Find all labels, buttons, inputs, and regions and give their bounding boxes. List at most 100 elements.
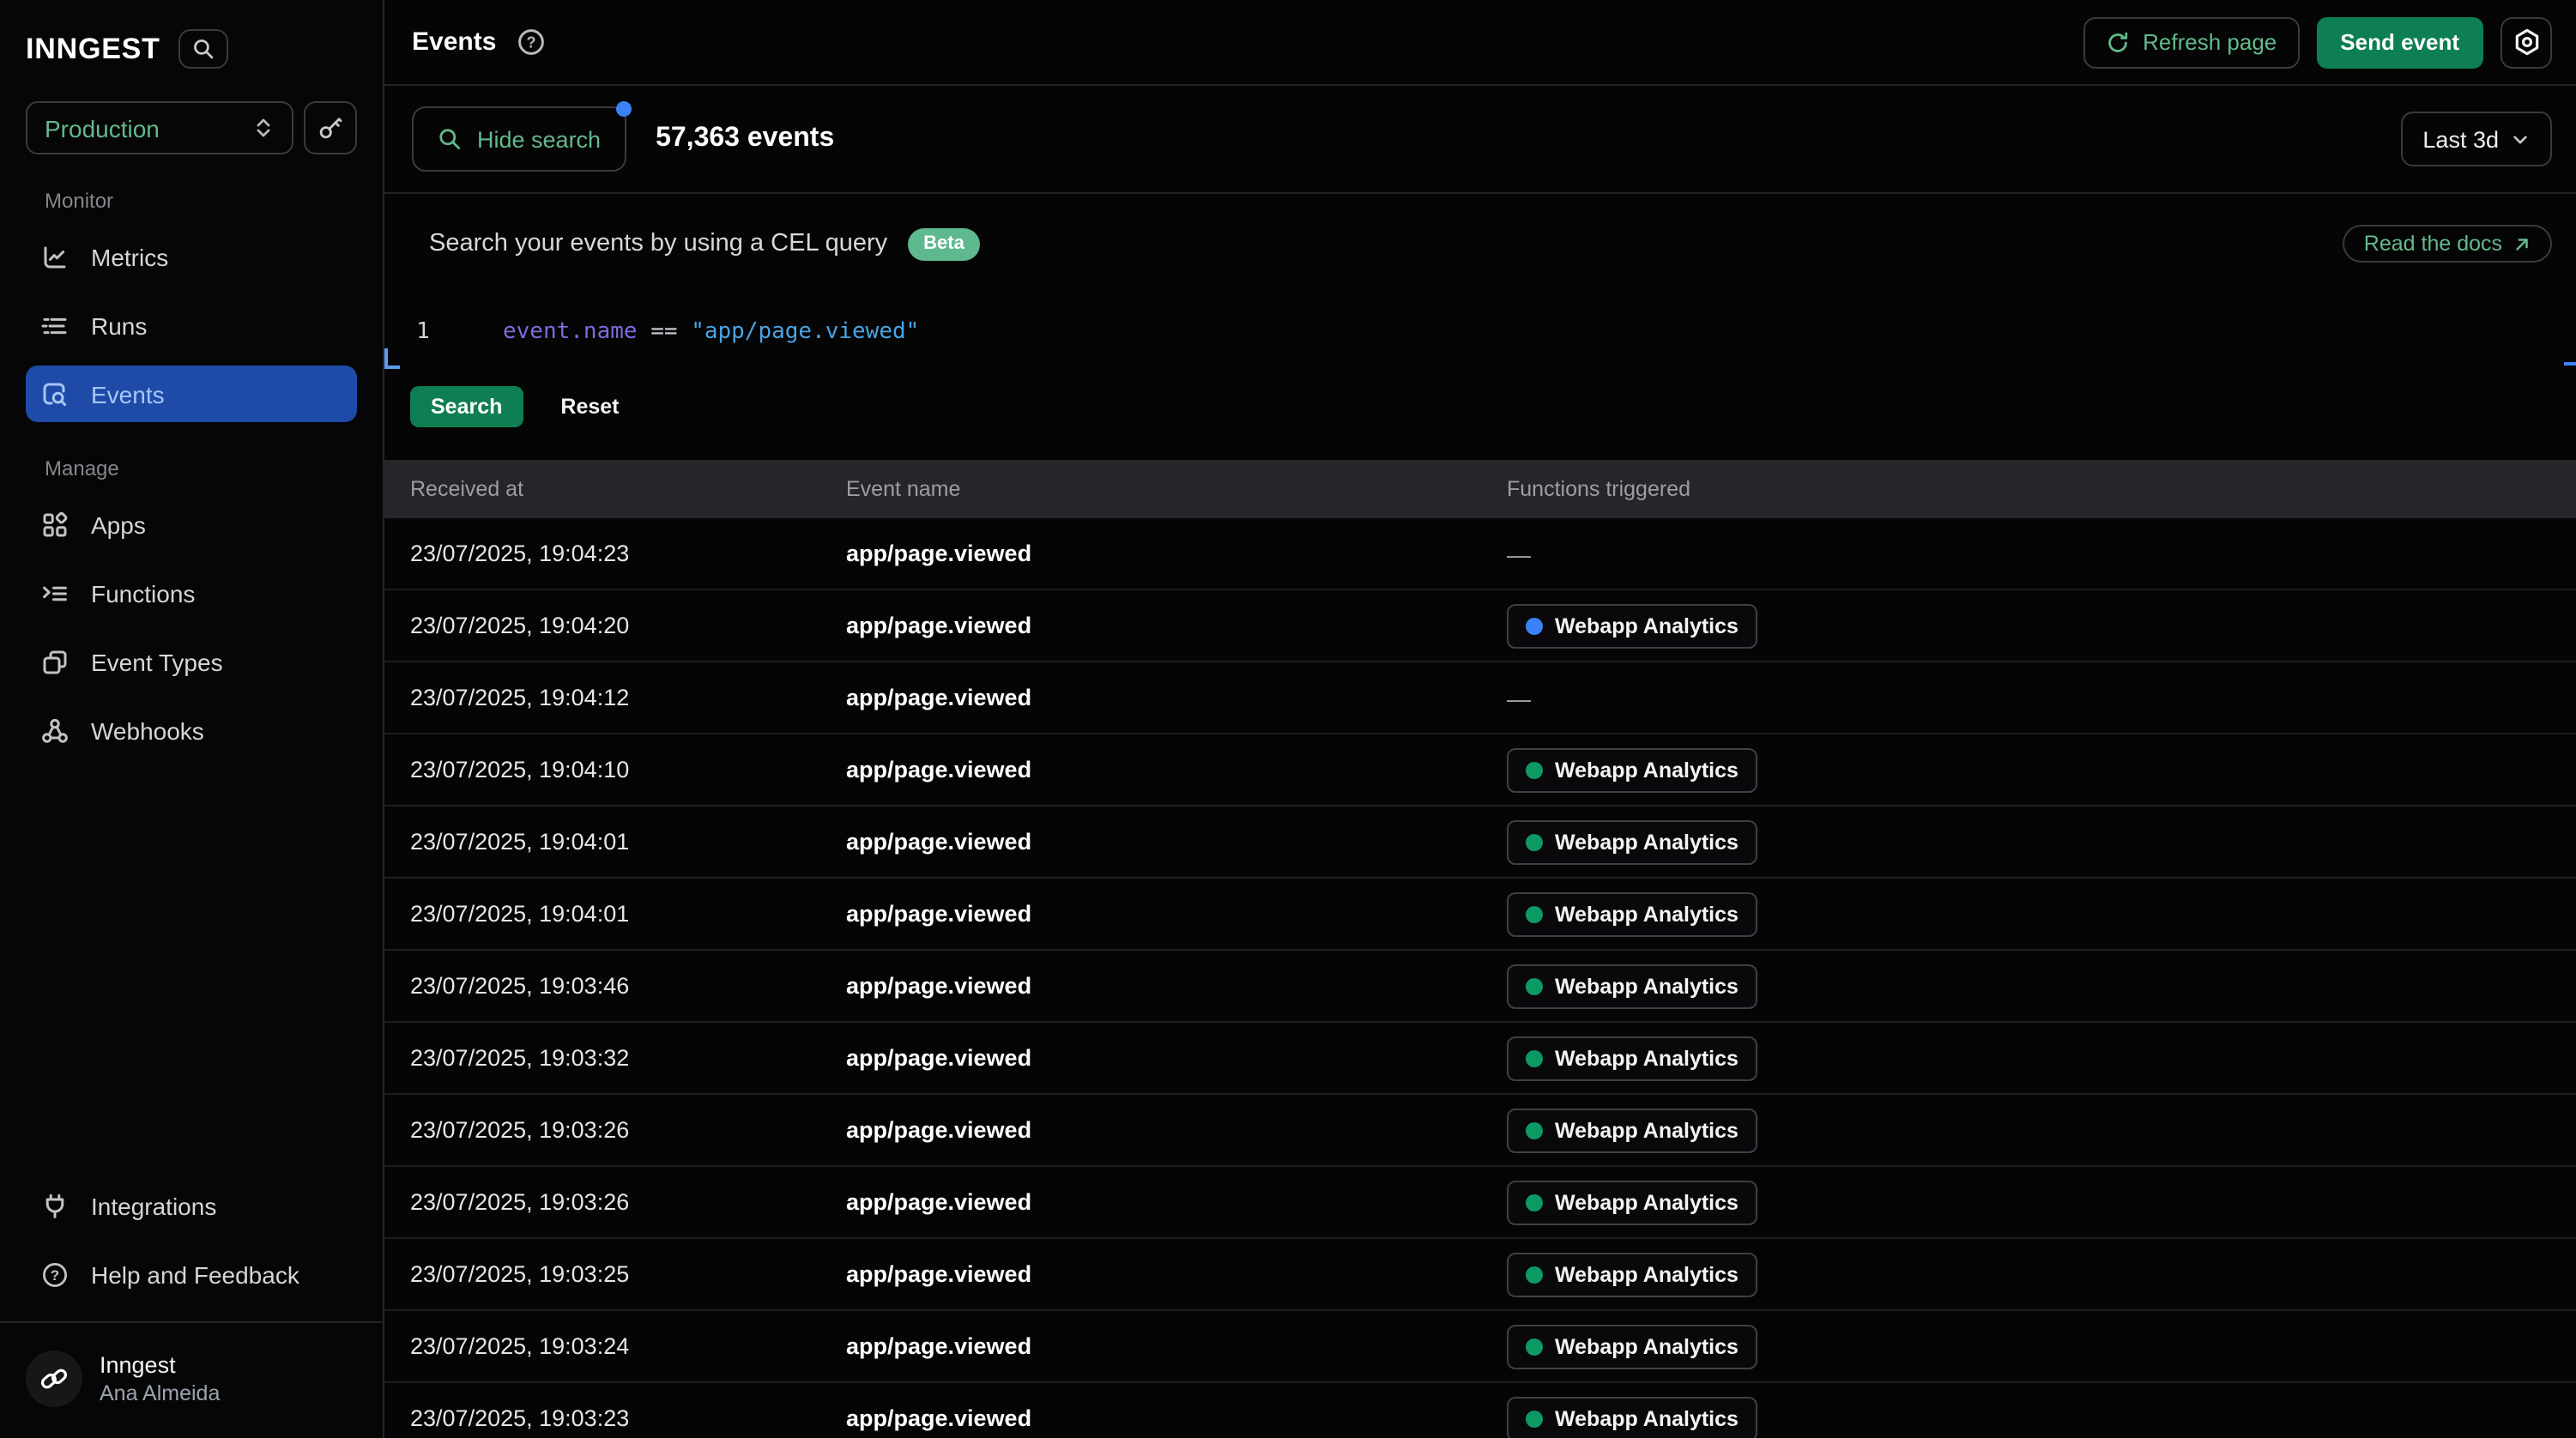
send-event-button[interactable]: Send event (2316, 16, 2483, 68)
profile-menu[interactable]: Inngest Ana Almeida (26, 1323, 357, 1438)
runs-icon (41, 311, 69, 339)
function-badge[interactable]: Webapp Analytics (1507, 1324, 1757, 1369)
cel-query-editor[interactable]: 1 event.name == "app/page.viewed" (384, 314, 2576, 348)
event-name-cell: app/page.viewed (846, 1261, 1507, 1287)
received-at-cell: 23/07/2025, 19:03:26 (410, 1117, 846, 1143)
refresh-icon (2105, 30, 2129, 54)
function-badge[interactable]: Webapp Analytics (1507, 891, 1757, 936)
table-row[interactable]: 23/07/2025, 19:03:26 app/page.viewed Web… (384, 1167, 2576, 1239)
functions-triggered-cell: Webapp Analytics (1507, 1252, 2576, 1296)
user-name: Ana Almeida (100, 1381, 220, 1405)
function-badge[interactable]: Webapp Analytics (1507, 819, 1757, 864)
events-search-icon (41, 380, 69, 408)
key-icon (317, 115, 343, 141)
function-name: Webapp Analytics (1555, 1406, 1738, 1430)
question-circle-icon: ? (41, 1260, 69, 1288)
sidebar-item-metrics[interactable]: Metrics (26, 228, 357, 285)
editor-overview-ruler-mark (2564, 362, 2576, 366)
function-status-dot (1526, 1049, 1543, 1066)
received-at-cell: 23/07/2025, 19:04:23 (410, 541, 846, 566)
event-name-cell: app/page.viewed (846, 685, 1507, 710)
sidebar-item-label: Integrations (91, 1192, 216, 1219)
read-docs-label: Read the docs (2364, 232, 2502, 256)
time-range-button[interactable]: Last 3d (2400, 112, 2552, 166)
page-header: Events ? Refresh page Send event (384, 0, 2576, 86)
events-count: 57,363 events (656, 124, 834, 154)
function-badge[interactable]: Webapp Analytics (1507, 1180, 1757, 1224)
table-row[interactable]: 23/07/2025, 19:03:24 app/page.viewed Web… (384, 1311, 2576, 1383)
events-toolbar: Hide search 57,363 events Last 3d (384, 86, 2576, 194)
function-badge[interactable]: Webapp Analytics (1507, 747, 1757, 792)
functions-triggered-cell: Webapp Analytics (1507, 964, 2576, 1008)
search-icon (193, 38, 215, 60)
environment-select[interactable]: Production (26, 101, 293, 154)
table-row[interactable]: 23/07/2025, 19:04:01 app/page.viewed Web… (384, 879, 2576, 951)
sidebar-section-monitor: Monitor (45, 189, 357, 213)
reset-button[interactable]: Reset (560, 395, 619, 419)
webhooks-icon (41, 716, 69, 744)
received-at-cell: 23/07/2025, 19:04:01 (410, 901, 846, 927)
function-badge[interactable]: Webapp Analytics (1507, 1252, 1757, 1296)
sidebar-item-functions[interactable]: Functions (26, 565, 357, 621)
editor-line-number: 1 (384, 318, 462, 344)
settings-nut-icon (2512, 27, 2541, 57)
table-row[interactable]: 23/07/2025, 19:03:32 app/page.viewed Web… (384, 1023, 2576, 1095)
table-row[interactable]: 23/07/2025, 19:03:25 app/page.viewed Web… (384, 1239, 2576, 1311)
apps-icon (41, 511, 69, 538)
received-at-cell: 23/07/2025, 19:03:26 (410, 1189, 846, 1215)
sidebar-item-help[interactable]: ? Help and Feedback (26, 1246, 357, 1302)
table-row[interactable]: 23/07/2025, 19:03:46 app/page.viewed Web… (384, 951, 2576, 1023)
search-button[interactable]: Search (410, 386, 523, 427)
org-name: Inngest (100, 1352, 220, 1378)
sidebar-item-event-types[interactable]: Event Types (26, 633, 357, 690)
function-name: Webapp Analytics (1555, 830, 1738, 854)
received-at-cell: 23/07/2025, 19:04:01 (410, 829, 846, 855)
read-docs-button[interactable]: Read the docs (2343, 225, 2552, 263)
sidebar-item-integrations[interactable]: Integrations (26, 1177, 357, 1234)
sidebar-item-webhooks[interactable]: Webhooks (26, 702, 357, 758)
function-badge[interactable]: Webapp Analytics (1507, 1108, 1757, 1152)
table-row[interactable]: 23/07/2025, 19:03:23 app/page.viewed Web… (384, 1383, 2576, 1438)
event-name-cell: app/page.viewed (846, 757, 1507, 782)
function-status-dot (1526, 761, 1543, 778)
function-status-dot (1526, 1193, 1543, 1211)
settings-button[interactable] (2500, 16, 2552, 68)
functions-triggered-cell: Webapp Analytics (1507, 1180, 2576, 1224)
functions-triggered-cell: Webapp Analytics (1507, 1036, 2576, 1080)
function-badge[interactable]: Webapp Analytics (1507, 1396, 1757, 1438)
sidebar-item-runs[interactable]: Runs (26, 297, 357, 353)
table-row[interactable]: 23/07/2025, 19:04:23 app/page.viewed — (384, 518, 2576, 590)
function-name: Webapp Analytics (1555, 1334, 1738, 1358)
event-name-cell: app/page.viewed (846, 973, 1507, 999)
event-keys-button[interactable] (304, 101, 357, 154)
table-row[interactable]: 23/07/2025, 19:03:26 app/page.viewed Web… (384, 1095, 2576, 1167)
function-badge[interactable]: Webapp Analytics (1507, 603, 1757, 648)
main-content: Events ? Refresh page Send event (384, 0, 2576, 1438)
cel-panel-title: Search your events by using a CEL query (429, 230, 887, 257)
hide-search-button[interactable]: Hide search (412, 106, 626, 172)
sidebar-section-manage: Manage (45, 456, 357, 480)
function-name: Webapp Analytics (1555, 758, 1738, 782)
received-at-cell: 23/07/2025, 19:04:10 (410, 757, 846, 782)
functions-triggered-cell: Webapp Analytics (1507, 891, 2576, 936)
search-icon (438, 127, 462, 151)
sidebar-item-events[interactable]: Events (26, 366, 357, 422)
event-name-cell: app/page.viewed (846, 1405, 1507, 1431)
metrics-icon (41, 243, 69, 270)
avatar (26, 1350, 82, 1407)
received-at-cell: 23/07/2025, 19:03:32 (410, 1045, 846, 1071)
function-badge[interactable]: Webapp Analytics (1507, 964, 1757, 1008)
chevron-up-down-icon (252, 117, 275, 139)
table-row[interactable]: 23/07/2025, 19:04:20 app/page.viewed Web… (384, 590, 2576, 662)
table-header: Received at Event name Functions trigger… (384, 460, 2576, 518)
help-icon[interactable]: ? (517, 27, 546, 57)
table-row[interactable]: 23/07/2025, 19:04:10 app/page.viewed Web… (384, 734, 2576, 807)
refresh-page-button[interactable]: Refresh page (2083, 16, 2299, 68)
arrow-up-right-icon (2513, 234, 2531, 253)
global-search-button[interactable] (179, 29, 229, 69)
table-row[interactable]: 23/07/2025, 19:04:12 app/page.viewed — (384, 662, 2576, 734)
event-name-cell: app/page.viewed (846, 1117, 1507, 1143)
sidebar-item-apps[interactable]: Apps (26, 496, 357, 553)
table-row[interactable]: 23/07/2025, 19:04:01 app/page.viewed Web… (384, 807, 2576, 879)
function-badge[interactable]: Webapp Analytics (1507, 1036, 1757, 1080)
